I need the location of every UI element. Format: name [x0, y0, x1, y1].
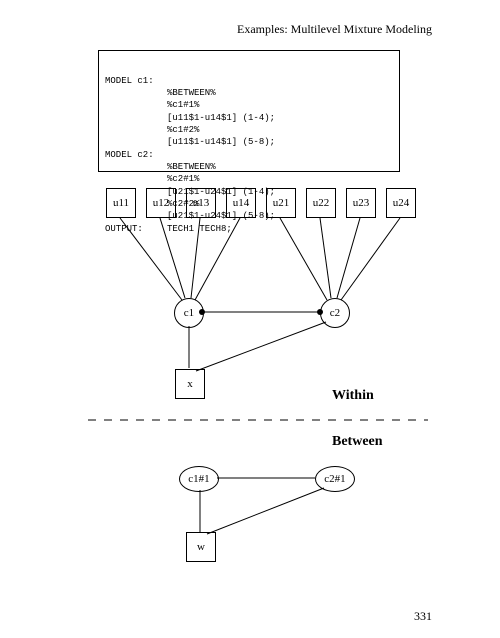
u-box: u24 — [386, 188, 416, 218]
code-body — [167, 150, 275, 160]
code-key — [105, 162, 165, 172]
code-block: MODEL c1:%BETWEEN%%c1#1%[u11$1-u14$1] (1… — [98, 50, 400, 172]
code-key: MODEL c1: — [105, 76, 165, 86]
between-label: Between — [332, 434, 383, 450]
code-key — [105, 113, 165, 123]
x-box: x — [175, 369, 205, 399]
code-body — [167, 76, 275, 86]
diagram: u11 u12 u13 u14 u21 u22 u23 u24 c1 c2 x … — [84, 188, 428, 572]
u-box: u22 — [306, 188, 336, 218]
code-body: %c2#1% — [167, 174, 275, 184]
code-body: %BETWEEN% — [167, 88, 275, 98]
code-key — [105, 100, 165, 110]
u-box: u11 — [106, 188, 136, 218]
latent-c2: c2 — [320, 298, 350, 328]
code-key — [105, 174, 165, 184]
code-body: %c1#1% — [167, 100, 275, 110]
u-box: u21 — [266, 188, 296, 218]
code-key: MODEL c2: — [105, 150, 165, 160]
code-body: [u11$1-u14$1] (5-8); — [167, 137, 275, 147]
page-number: 331 — [414, 609, 432, 624]
latent-c1h: c1#1 — [179, 466, 219, 492]
code-key — [105, 137, 165, 147]
u-box: u23 — [346, 188, 376, 218]
code-body: [u11$1-u14$1] (1-4); — [167, 113, 275, 123]
within-label: Within — [332, 388, 374, 404]
page-header: Examples: Multilevel Mixture Modeling — [237, 22, 432, 37]
code-key — [105, 88, 165, 98]
latent-c2h: c2#1 — [315, 466, 355, 492]
u-box: u14 — [226, 188, 256, 218]
u-box: u13 — [186, 188, 216, 218]
code-body: %BETWEEN% — [167, 162, 275, 172]
latent-c1: c1 — [174, 298, 204, 328]
code-key — [105, 125, 165, 135]
w-box: w — [186, 532, 216, 562]
code-body: %c1#2% — [167, 125, 275, 135]
u-box: u12 — [146, 188, 176, 218]
